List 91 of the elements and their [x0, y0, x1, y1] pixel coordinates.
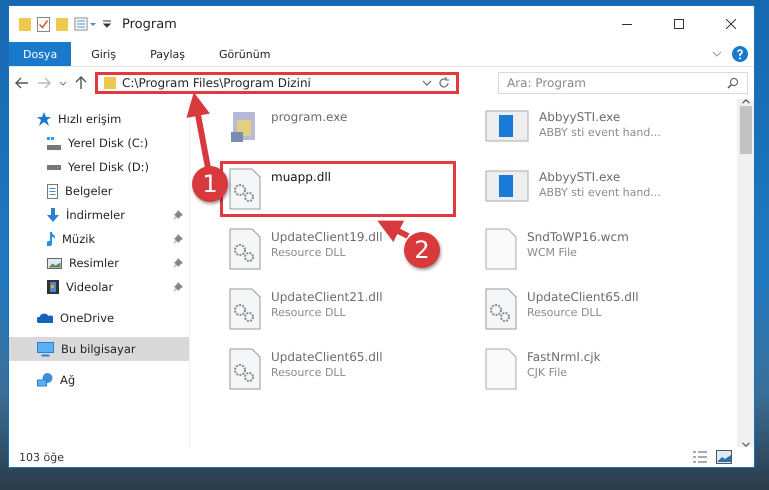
file-type: ABBY sti event hand...: [539, 186, 661, 199]
file-name: UpdateClient65.dll: [527, 290, 639, 304]
sidebar-item[interactable]: OneDrive: [9, 306, 189, 330]
download-icon: [47, 208, 59, 222]
address-bar[interactable]: C:\Program Files\Program Dizini: [95, 72, 459, 94]
drive-icon: [47, 136, 61, 150]
sidebar-item[interactable]: Resimler: [9, 251, 189, 275]
file-name: program.exe: [271, 110, 348, 124]
up-arrow-icon[interactable]: [75, 76, 87, 90]
search-icon[interactable]: [727, 77, 739, 89]
folder-icon: [19, 18, 31, 30]
gear-file-icon: [229, 168, 261, 210]
file-name: UpdateClient65.dll: [271, 350, 383, 364]
file-type: Resource DLL: [527, 306, 603, 319]
item-count: 103 öğe: [19, 450, 65, 464]
chevron-down-icon[interactable]: [59, 80, 67, 86]
sidebar-item[interactable]: Belgeler: [9, 179, 189, 203]
file-icon: [485, 228, 517, 270]
window-title: Program: [122, 16, 178, 32]
star-icon: [37, 112, 51, 126]
file-tile[interactable]: program.exe: [220, 101, 356, 157]
pin-icon[interactable]: [173, 282, 183, 292]
file-type: CJK File: [527, 366, 568, 379]
dropdown-icon[interactable]: [102, 19, 112, 29]
folder-icon: [104, 77, 116, 89]
cloud-icon: [37, 313, 53, 323]
gear-file-icon: [229, 288, 261, 330]
file-tile[interactable]: UpdateClient65.dll Resource DLL: [220, 341, 392, 397]
file-type: ABBY sti event hand...: [539, 126, 661, 139]
music-note-icon: [47, 232, 55, 246]
gear-file-icon: [229, 228, 261, 270]
sidebar-item[interactable]: İndirmeler: [9, 203, 189, 227]
view-options-icon[interactable]: [74, 17, 96, 31]
scrollbar[interactable]: [737, 99, 754, 447]
file-tile[interactable]: UpdateClient65.dll Resource DLL: [476, 281, 648, 337]
file-type: Resource DLL: [271, 366, 347, 379]
file-name: UpdateClient21.dll: [271, 290, 383, 304]
file-tile[interactable]: AbbyySTI.exe ABBY sti event hand...: [476, 101, 670, 157]
file-name: AbbyySTI.exe: [539, 170, 622, 184]
file-tile[interactable]: muapp.dll: [220, 161, 456, 217]
file-tile[interactable]: FastNrml.cjk CJK File: [476, 341, 610, 397]
chevron-down-icon[interactable]: [422, 80, 432, 86]
sidebar-item[interactable]: Hızlı erişim: [9, 107, 189, 131]
file-name: FastNrml.cjk: [527, 350, 601, 364]
maximize-icon: [674, 19, 684, 29]
ribbon-tab[interactable]: Görünüm: [205, 42, 284, 66]
scroll-up-icon[interactable]: [742, 99, 750, 104]
ribbon-tab[interactable]: Dosya: [9, 42, 72, 66]
file-icon: [485, 348, 517, 390]
file-type: WCM File: [527, 246, 578, 259]
file-type: Resource DLL: [271, 246, 347, 259]
computer-icon: [37, 342, 54, 356]
ribbon-tab[interactable]: Paylaş: [136, 42, 199, 66]
details-view-icon[interactable]: [692, 450, 708, 464]
pin-icon[interactable]: [173, 210, 183, 220]
network-icon: [37, 373, 53, 387]
picture-icon: [47, 258, 62, 268]
refresh-icon[interactable]: [438, 77, 450, 89]
file-name: UpdateClient19.dll: [271, 230, 383, 244]
file-tile[interactable]: SndToWP16.wcm WCM File: [476, 221, 638, 277]
sidebar-item[interactable]: Videolar: [9, 275, 189, 299]
pin-icon[interactable]: [173, 234, 183, 244]
drive-icon: [47, 164, 61, 170]
file-tile[interactable]: UpdateClient19.dll Resource DLL: [220, 221, 392, 277]
pin-icon[interactable]: [173, 258, 183, 268]
sidebar-item[interactable]: Yerel Disk (C:): [9, 131, 189, 155]
file-name: muapp.dll: [271, 170, 331, 184]
close-icon: [726, 19, 736, 29]
application-icon: [485, 168, 529, 204]
sidebar-item[interactable]: Ağ: [9, 368, 189, 392]
gear-file-icon: [485, 288, 517, 330]
file-name: SndToWP16.wcm: [527, 230, 629, 244]
scroll-down-icon[interactable]: [742, 442, 750, 447]
scroll-thumb[interactable]: [740, 106, 752, 154]
application-icon: [485, 108, 529, 144]
ribbon-tab[interactable]: Giriş: [77, 42, 130, 66]
file-tile[interactable]: UpdateClient21.dll Resource DLL: [220, 281, 392, 337]
back-arrow-icon[interactable]: [15, 77, 29, 89]
large-icons-view-icon[interactable]: [716, 450, 732, 464]
film-icon: [47, 280, 59, 294]
gear-file-icon: [229, 348, 261, 390]
help-icon[interactable]: [732, 46, 748, 62]
sidebar-item[interactable]: Müzik: [9, 227, 189, 251]
sidebar-item[interactable]: Yerel Disk (D:): [9, 155, 189, 179]
file-type: Resource DLL: [271, 306, 347, 319]
file-name: AbbyySTI.exe: [539, 110, 622, 124]
checklist-icon[interactable]: [37, 16, 50, 32]
file-tile[interactable]: AbbyySTI.exe ABBY sti event hand...: [476, 161, 670, 217]
search-field[interactable]: Ara: Program: [498, 72, 748, 94]
document-icon: [47, 184, 58, 198]
sidebar-item[interactable]: Bu bilgisayar: [9, 337, 189, 361]
